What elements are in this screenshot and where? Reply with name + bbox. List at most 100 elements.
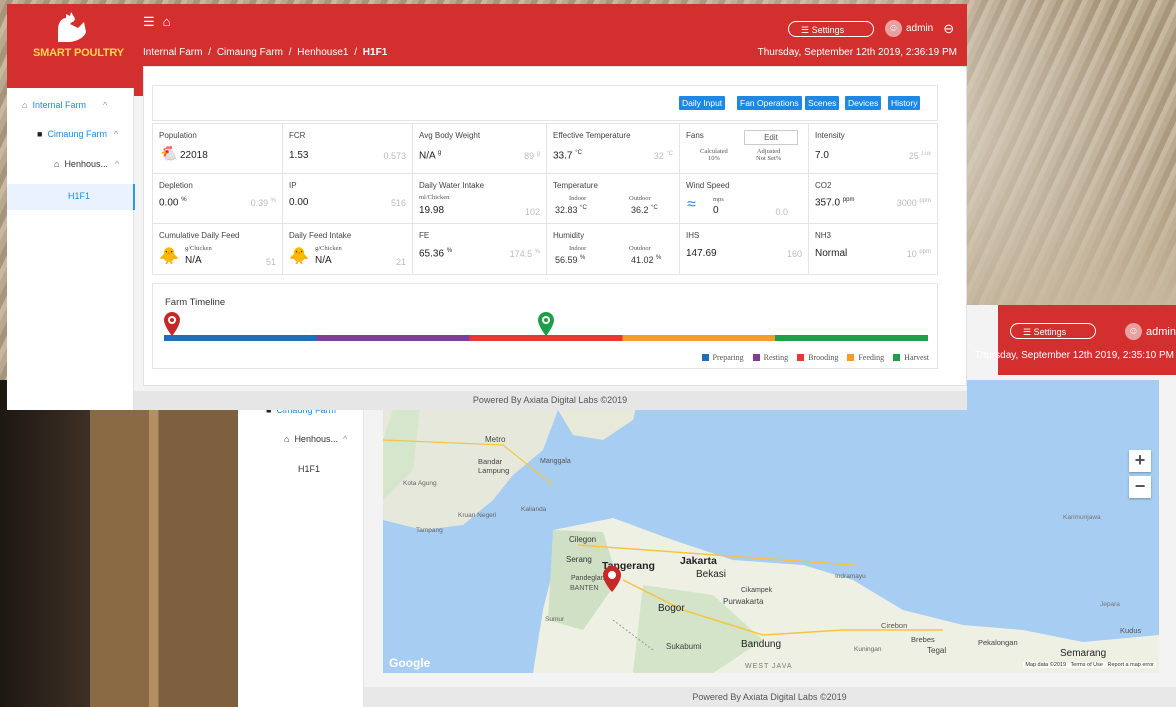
- chicken-feed-icon: 🐥: [289, 248, 309, 265]
- metric-fcr: FCR 1.53 0.573: [283, 124, 413, 174]
- back-sidebar: ■ Cimaung Farm ^ ⌂ Henhous... ^ H1F1: [238, 397, 364, 707]
- background-photo-shadow: [0, 380, 90, 707]
- app-logo[interactable]: SMART POULTRY: [7, 4, 133, 66]
- metric-ip: IP 0.00 516: [283, 174, 413, 224]
- timeline-legend: Preparing Resting Brooding Feeding Harve…: [701, 353, 929, 362]
- metric-wind-speed: Wind Speed ≈ mps 0 0.0: [680, 174, 809, 224]
- metric-daily-feed-intake: Daily Feed Intake 🐥 g/Chicken N/A 21: [283, 224, 413, 274]
- map-label: Tampang: [416, 527, 443, 534]
- metric-effective-temperature: Effective Temperature 33.7 °C 32 °C: [547, 124, 680, 174]
- google-logo: Google: [389, 656, 431, 670]
- map-label: Cirebon: [881, 621, 908, 630]
- map-zoom-out-button[interactable]: −: [1129, 476, 1151, 498]
- metrics-grid: Population 🐔 22018 FCR 1.53 0.573 Avg Bo…: [152, 123, 938, 275]
- current-datetime: Thursday, September 12th 2019, 2:36:19 P…: [757, 47, 957, 58]
- map-label: Semarang: [1060, 648, 1107, 659]
- wind-icon: ≈: [687, 196, 696, 213]
- back-datetime: Thursday, September 12th 2019, 2:35:10 P…: [974, 350, 1174, 361]
- map-label: Sumur: [545, 616, 565, 623]
- app-name: SMART POULTRY: [33, 47, 124, 59]
- metric-depletion: Depletion 0.00 % 0.39 %: [153, 174, 283, 224]
- devices-button[interactable]: Devices: [845, 96, 882, 110]
- metric-population: Population 🐔 22018: [153, 124, 283, 174]
- timeline-start-pin-icon[interactable]: [164, 312, 180, 341]
- fan-operations-button[interactable]: Fan Operations: [737, 96, 802, 110]
- metric-avg-body-weight: Avg Body Weight N/A g 89 g: [413, 124, 547, 174]
- map-label: Bandung: [741, 639, 782, 650]
- front-dashboard-screenshot: SMART POULTRY ☰ ⌂ Internal Farm / Cimaun…: [7, 4, 967, 410]
- metric-fans: Fans Edit Calculated 10% Adjusted Not Set%: [680, 124, 809, 174]
- rooster-logo-icon: [58, 12, 86, 42]
- home-icon[interactable]: ⌂: [163, 14, 171, 30]
- sidebar-item-h1f1[interactable]: H1F1: [68, 191, 90, 201]
- chevron-up-icon: ^: [342, 434, 348, 444]
- back-settings-button[interactable]: ☰ Settings: [1010, 323, 1096, 339]
- map-land-shapes: [383, 380, 1159, 673]
- map-label: Cilegon: [569, 535, 597, 544]
- map-label: WEST JAVA: [745, 663, 793, 670]
- sidebar: ⌂ Internal Farm ^ ■ Cimaung Farm ^ ⌂ Hen…: [7, 88, 135, 410]
- home-icon: ⌂: [22, 100, 28, 110]
- breadcrumb: Internal Farm / Cimaung Farm / Henhouse1…: [143, 47, 388, 58]
- map-label: Bandar Lampung: [478, 457, 510, 475]
- legend-item: Harvest: [893, 353, 929, 362]
- fans-edit-button[interactable]: Edit: [744, 130, 798, 145]
- history-button[interactable]: History: [888, 96, 921, 110]
- sidebar-item-internal-farm[interactable]: ⌂ Internal Farm ^: [22, 100, 107, 110]
- avatar-icon: ☺: [1125, 323, 1142, 340]
- map-zoom-in-button[interactable]: +: [1129, 450, 1151, 472]
- footer: Powered By Axiata Digital Labs ©2019: [133, 391, 967, 410]
- breadcrumb-current: H1F1: [362, 47, 388, 58]
- map-label: Manggala: [540, 458, 571, 465]
- timeline-current-pin-icon[interactable]: [538, 312, 555, 341]
- map-label: Kudus: [1120, 626, 1142, 635]
- farm-location-map[interactable]: Metro Bandar Lampung Manggala Kota Agung…: [383, 380, 1159, 673]
- metric-ihs: IHS 147.69 160: [680, 224, 809, 274]
- back-user-menu[interactable]: ☺ admin ⊖: [1125, 323, 1176, 340]
- map-label: Bekasi: [696, 569, 727, 580]
- metric-co2: CO2 357.0 ppm 3000 ppm: [809, 174, 937, 224]
- daily-input-button[interactable]: Daily Input: [679, 96, 726, 110]
- map-label: Serang: [566, 555, 592, 564]
- metric-intensity: Intensity 7.0 25 Lux: [809, 124, 937, 174]
- map-label: Bogor: [658, 603, 685, 614]
- map-attribution[interactable]: Map data ©2019 Terms of Use Report a map…: [1023, 662, 1156, 668]
- metric-fe: FE 65.36 % 174.5 %: [413, 224, 547, 274]
- timeline-title: Farm Timeline: [165, 297, 226, 308]
- metric-temperature: Temperature Indoor Outdoor 32.83 °C 36.2…: [547, 174, 680, 224]
- chevron-up-icon: ^: [113, 129, 119, 139]
- scenes-button[interactable]: Scenes: [805, 96, 840, 110]
- avatar-icon: ☺: [885, 20, 902, 37]
- legend-item: Resting: [752, 353, 788, 362]
- breadcrumb-item[interactable]: Cimaung Farm: [217, 47, 283, 58]
- breadcrumb-item[interactable]: Internal Farm: [143, 47, 202, 58]
- back-sidebar-item-henhouse[interactable]: ⌂ Henhous... ^: [284, 434, 347, 444]
- breadcrumb-item[interactable]: Henhouse1: [297, 47, 348, 58]
- map-label: Jakarta: [680, 555, 717, 567]
- legend-item: Brooding: [797, 353, 838, 362]
- user-menu[interactable]: ☺ admin ⊖: [885, 20, 954, 37]
- back-footer: Powered By Axiata Digital Labs ©2019: [363, 687, 1176, 707]
- action-toolbar: Daily Input Fan Operations Scenes Device…: [152, 85, 938, 121]
- map-label: Cikampek: [741, 587, 773, 594]
- map-location-pin-icon[interactable]: [603, 566, 621, 597]
- map-label: Indramayu: [835, 573, 866, 580]
- settings-button[interactable]: ☰ Settings: [788, 21, 874, 37]
- back-sidebar-item-h1f1[interactable]: H1F1: [298, 464, 320, 474]
- back-main: Metro Bandar Lampung Manggala Kota Agung…: [363, 375, 1176, 707]
- sidebar-item-henhouse[interactable]: ⌂ Henhous... ^: [54, 159, 119, 169]
- farm-timeline: Farm Timeline Preparing Resting Brooding…: [152, 283, 938, 369]
- map-label: Kuningan: [854, 646, 882, 653]
- legend-item: Preparing: [701, 353, 744, 362]
- house-dashboard: Daily Input Fan Operations Scenes Device…: [143, 66, 967, 386]
- menu-toggle-icon[interactable]: ☰: [143, 14, 155, 30]
- map-label: Metro: [485, 435, 506, 444]
- map-label: Kota Agung: [403, 480, 437, 487]
- map-label: Tegal: [927, 646, 947, 655]
- home-icon: ⌂: [284, 434, 290, 444]
- sidebar-item-cimaung-farm[interactable]: ■ Cimaung Farm ^: [37, 129, 118, 139]
- logout-icon[interactable]: ⊖: [943, 21, 954, 37]
- back-header: ☰ Settings ☺ admin ⊖ Thursday, September…: [975, 305, 1176, 375]
- map-label: Jepara: [1100, 601, 1120, 608]
- grid-icon: ■: [37, 129, 43, 139]
